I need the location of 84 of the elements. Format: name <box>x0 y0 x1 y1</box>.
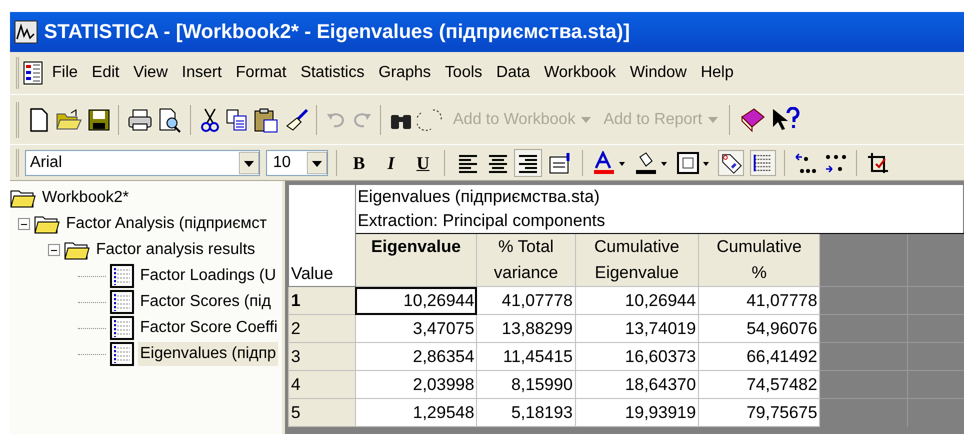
chart-icon <box>14 20 38 44</box>
align-right-button[interactable] <box>514 148 542 176</box>
table-cell: 19,93919 <box>575 398 698 426</box>
menu-item[interactable]: View <box>126 61 175 85</box>
row-header[interactable]: 1 <box>288 286 356 314</box>
table-cell: 10,26944 <box>575 286 698 314</box>
table-cell: 41,07778 <box>698 286 820 314</box>
workbook-icon[interactable] <box>23 61 43 85</box>
spreadsheet-icon <box>110 342 134 366</box>
menu-item[interactable]: Statistics <box>293 61 372 85</box>
spreadsheet-icon <box>110 290 134 314</box>
fill-color-icon[interactable] <box>634 150 670 174</box>
save-icon[interactable] <box>87 108 111 132</box>
scissors-icon[interactable] <box>199 106 221 132</box>
underline-button[interactable]: U <box>410 150 436 176</box>
row-header[interactable]: 2 <box>288 314 356 342</box>
border-icon[interactable] <box>676 150 712 174</box>
table-cell: 16,60373 <box>575 342 698 370</box>
table-cell: 18,64370 <box>575 370 698 398</box>
table-cell: 10,26944 <box>355 286 477 314</box>
window-title: STATISTICA - [Workbook2* - Eigenvalues (підприємства.sta)] <box>44 20 630 45</box>
column-header[interactable]: Cumulative Eigenvalue <box>575 234 698 286</box>
folder-icon <box>64 240 90 260</box>
table-cell: 3,47075 <box>355 314 477 342</box>
copy-icon[interactable] <box>225 108 249 132</box>
row-header[interactable]: 3 <box>288 342 356 370</box>
tree-item[interactable]: Factor Analysis (підприємст <box>64 212 269 236</box>
table-cell: 2,03998 <box>355 370 477 398</box>
tree-item[interactable]: Eigenvalues (підпр <box>138 342 278 366</box>
menu-item[interactable]: Help <box>694 61 741 85</box>
grid-icon[interactable] <box>750 150 776 176</box>
menu-item[interactable]: Insert <box>174 61 229 85</box>
tag-icon[interactable] <box>718 150 744 176</box>
table-cell: 1,29548 <box>355 398 477 426</box>
column-header[interactable]: % Total variance <box>476 234 576 286</box>
whats-this-icon[interactable] <box>770 106 800 132</box>
tree-item[interactable]: Factor analysis results <box>94 238 258 262</box>
collapse-toggle[interactable] <box>18 218 30 230</box>
open-folder-icon[interactable] <box>55 108 83 132</box>
table-cell: 13,88299 <box>476 314 576 342</box>
table-cell: 74,57482 <box>698 370 820 398</box>
font-color-icon[interactable] <box>592 150 628 174</box>
dropdown-arrow-icon[interactable] <box>239 152 259 174</box>
printer-icon[interactable] <box>127 108 153 132</box>
table-cell: 13,74019 <box>575 314 698 342</box>
table-cell: 79,75675 <box>698 398 820 426</box>
table-cell: 2,86354 <box>355 342 477 370</box>
menu-item[interactable]: File <box>45 61 85 85</box>
tree-item[interactable]: Workbook2* <box>40 186 131 210</box>
row-header[interactable]: 4 <box>288 370 356 398</box>
dropdown-arrow-icon[interactable] <box>307 152 327 174</box>
tree-item[interactable]: Factor Loadings (U <box>138 264 278 288</box>
folder-icon <box>34 214 60 234</box>
column-header[interactable]: Cumulative % <box>698 234 820 286</box>
bold-button[interactable]: B <box>346 150 372 176</box>
menu-item[interactable]: Graphs <box>371 61 438 85</box>
menu-item[interactable]: Workbook <box>537 61 623 85</box>
font-size-dropdown[interactable]: 10 <box>266 150 328 176</box>
table-cell: 41,07778 <box>476 286 576 314</box>
menu-item[interactable]: Data <box>489 61 538 85</box>
print-preview-icon[interactable] <box>157 106 183 132</box>
font-dropdown[interactable]: Arial <box>25 150 260 176</box>
row-header[interactable]: 5 <box>288 398 356 426</box>
paste-icon[interactable] <box>253 106 279 132</box>
spreadsheet-icon <box>110 316 134 340</box>
collapse-toggle[interactable] <box>48 244 60 256</box>
tree-item[interactable]: Factor Score Coeffi <box>138 316 280 340</box>
menu-item[interactable]: Format <box>228 61 294 85</box>
column-header[interactable]: Eigenvalue <box>355 234 477 286</box>
table-cell: 8,15990 <box>476 370 576 398</box>
increase-decimal-icon[interactable] <box>794 150 818 174</box>
table-cell: 66,41492 <box>698 342 820 370</box>
spreadsheet-icon <box>110 264 134 288</box>
italic-button[interactable]: I <box>378 150 404 176</box>
menu-item[interactable]: Window <box>622 61 694 85</box>
menu-item[interactable]: Edit <box>84 61 126 85</box>
table-cell: 11,45415 <box>476 342 576 370</box>
tree-item[interactable]: Factor Scores (під <box>138 290 273 314</box>
menu-item[interactable]: Tools <box>438 61 490 85</box>
table-cell: 54,96076 <box>698 314 820 342</box>
table-cell: 5,18193 <box>476 398 576 426</box>
crop-icon[interactable] <box>866 150 890 174</box>
row-header-label: Value <box>288 184 356 286</box>
table-title: Eigenvalues (підприємства.sta) Extraction: Principal components <box>355 184 964 234</box>
